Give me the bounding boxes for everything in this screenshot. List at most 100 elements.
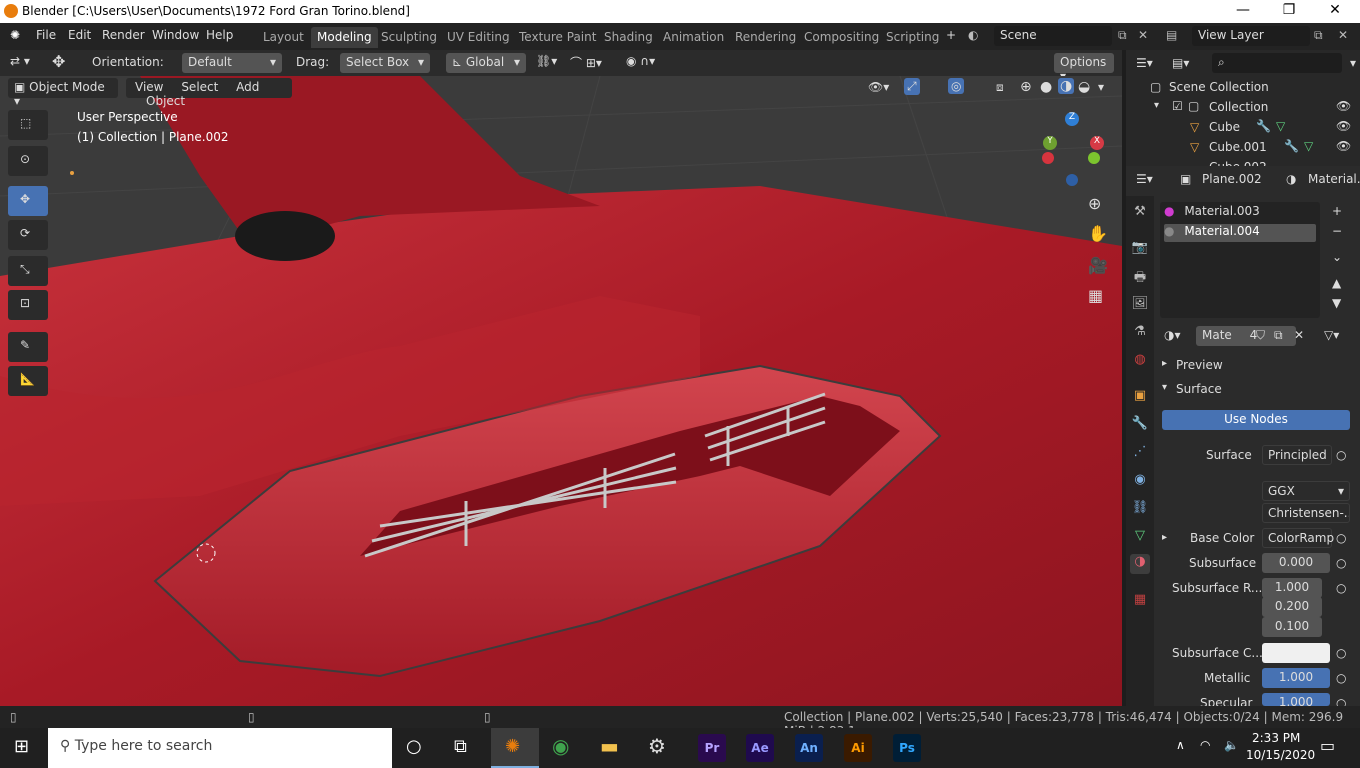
xray-icon[interactable]: ⧈: [996, 80, 1004, 95]
add-workspace-button[interactable]: +: [946, 28, 956, 42]
gizmo-neg-y[interactable]: [1088, 152, 1100, 164]
scale-tool[interactable]: ⤡: [8, 256, 48, 286]
animate-icon[interactable]: An: [795, 734, 823, 762]
metallic-link-icon[interactable]: ○: [1336, 671, 1346, 685]
ortho-grid-icon[interactable]: ▦: [1088, 286, 1103, 305]
scene-selector[interactable]: Scene: [994, 26, 1112, 46]
tab-animation[interactable]: Animation: [657, 27, 730, 48]
tab-modeling[interactable]: Modeling: [311, 27, 378, 48]
options-dropdown[interactable]: Options ▾: [1054, 53, 1114, 83]
view-menu[interactable]: View: [135, 80, 163, 94]
pan-hand-icon[interactable]: ✋: [1088, 224, 1108, 243]
subsurface-radius-z-field[interactable]: 0.100: [1262, 617, 1322, 637]
outliner-scene-collection[interactable]: Scene Collection: [1169, 80, 1269, 94]
subsurface-link-icon[interactable]: ○: [1336, 556, 1346, 570]
measure-tool[interactable]: 📐: [8, 366, 48, 396]
object-mode-dropdown[interactable]: ▣ Object Mode ▾: [8, 78, 118, 108]
task-view-icon[interactable]: ⧉: [454, 736, 467, 757]
drag-dropdown[interactable]: Select Box ▾: [340, 53, 430, 73]
render-tab-icon[interactable]: 📷: [1130, 240, 1150, 260]
new-view-layer-icon[interactable]: ⧉: [1314, 28, 1323, 43]
material-tab-icon[interactable]: ◑: [1130, 554, 1150, 574]
premiere-icon[interactable]: Pr: [698, 734, 726, 762]
outliner-search-input[interactable]: ⌕: [1212, 53, 1342, 73]
slot-specials-icon[interactable]: ⌄: [1332, 250, 1342, 264]
tab-rendering[interactable]: Rendering: [729, 27, 802, 48]
scene-tab-icon[interactable]: ⚗: [1130, 324, 1150, 344]
cube-001-visibility-eye-icon[interactable]: 👁: [1336, 139, 1351, 153]
link-dropdown-icon[interactable]: ▽▾: [1324, 328, 1339, 342]
tool-tab-icon[interactable]: ⚒: [1130, 204, 1150, 224]
material-slot[interactable]: ● Material.003: [1164, 204, 1316, 222]
photoshop-icon[interactable]: Ps: [893, 734, 921, 762]
subsurface-radius-y-field[interactable]: 0.200: [1262, 597, 1322, 617]
material-name-field[interactable]: Mate: [1202, 328, 1232, 342]
remove-slot-icon[interactable]: −: [1332, 224, 1342, 238]
snap-icon[interactable]: ⌒ ⊞▾: [570, 54, 602, 71]
remove-view-layer-icon[interactable]: ✕: [1338, 28, 1348, 42]
shading-rendered-icon[interactable]: ◒: [1078, 79, 1090, 95]
transform-tool[interactable]: ⊡: [8, 290, 48, 320]
outliner-collection[interactable]: Collection: [1209, 100, 1268, 114]
gizmo-z-axis[interactable]: Z: [1065, 112, 1079, 126]
move-slot-up-icon[interactable]: ▲: [1332, 276, 1341, 290]
collection-expand-icon[interactable]: ▾: [1154, 100, 1159, 111]
gizmo-neg-z[interactable]: [1066, 174, 1078, 186]
fake-user-shield-icon[interactable]: ⛉: [1256, 328, 1265, 343]
select-menu[interactable]: Select: [181, 80, 218, 94]
specular-field[interactable]: 1.000: [1262, 693, 1330, 706]
specular-link-icon[interactable]: ○: [1336, 696, 1346, 706]
chrome-icon[interactable]: ◉: [552, 734, 569, 758]
new-scene-icon[interactable]: ⧉: [1118, 28, 1127, 43]
3d-viewport[interactable]: User Perspective (1) Collection | Plane.…: [0, 76, 1122, 706]
add-slot-icon[interactable]: +: [1332, 204, 1342, 218]
surface-panel-header[interactable]: Surface: [1176, 382, 1222, 396]
cortana-icon[interactable]: ○: [406, 736, 422, 757]
menu-render[interactable]: Render: [102, 28, 145, 42]
preview-expand-icon[interactable]: ▸: [1162, 358, 1167, 369]
outliner-cube-001[interactable]: Cube.001: [1209, 140, 1267, 154]
notifications-icon[interactable]: ▭: [1320, 736, 1335, 755]
base-color-link-icon[interactable]: ○: [1336, 531, 1346, 545]
material-browse-icon[interactable]: ◑▾: [1164, 328, 1181, 342]
clock-date[interactable]: 10/15/2020: [1246, 748, 1315, 762]
select-box-tool[interactable]: ⬚: [8, 110, 48, 140]
outliner-cube[interactable]: Cube: [1209, 120, 1240, 134]
tab-uv-editing[interactable]: UV Editing: [441, 27, 516, 48]
steam-icon[interactable]: ⚙: [648, 734, 666, 758]
maximize-button[interactable]: ❐: [1266, 2, 1312, 18]
taskbar-blender[interactable]: ✺: [491, 728, 539, 768]
transform-orientation-dropdown[interactable]: ⊾ Global ▾: [446, 53, 526, 73]
blender-menu-icon[interactable]: ✺: [10, 28, 20, 42]
gizmo-neg-x[interactable]: [1042, 152, 1054, 164]
pivot-point-icon[interactable]: ⛓▾: [536, 54, 557, 68]
tab-scripting[interactable]: Scripting: [880, 27, 945, 48]
volume-icon[interactable]: 🔈: [1224, 738, 1239, 752]
wifi-icon[interactable]: ◠: [1200, 738, 1210, 752]
base-color-expand-icon[interactable]: ▸: [1162, 532, 1167, 543]
data-tab-icon[interactable]: ▽: [1130, 528, 1150, 548]
gizmo-x-axis[interactable]: X: [1090, 136, 1104, 150]
constraints-tab-icon[interactable]: ⛓: [1130, 500, 1150, 520]
menu-edit[interactable]: Edit: [68, 28, 91, 42]
tab-compositing[interactable]: Compositing: [798, 27, 885, 48]
outliner-editor-icon[interactable]: ☰▾: [1136, 56, 1153, 70]
clock-time[interactable]: 2:33 PM: [1252, 731, 1300, 745]
collection-checkbox-icon[interactable]: ☑: [1172, 99, 1183, 113]
shading-solid-icon[interactable]: ●: [1040, 79, 1052, 95]
base-color-field[interactable]: ColorRamp: [1262, 528, 1334, 548]
navigation-gizmo[interactable]: Z X Y: [1040, 112, 1110, 188]
tab-shading[interactable]: Shading: [598, 27, 659, 48]
tool-icon-dropdown[interactable]: ⇄ ▾: [10, 54, 30, 68]
subsurface-field[interactable]: 0.000: [1262, 553, 1330, 573]
taskbar-search-box[interactable]: ⚲ Type here to search: [48, 728, 392, 768]
minimize-button[interactable]: —: [1220, 2, 1266, 18]
menu-help[interactable]: Help: [206, 28, 233, 42]
cube-visibility-eye-icon[interactable]: 👁: [1336, 119, 1351, 133]
outliner-filter-icon[interactable]: ▤▾: [1172, 56, 1189, 70]
surface-shader-field[interactable]: Principled ...: [1262, 445, 1332, 465]
menu-file[interactable]: File: [36, 28, 56, 42]
proportional-editing-icon[interactable]: ◉ ∩▾: [626, 54, 655, 68]
subsurface-method-dropdown[interactable]: Christensen-...: [1262, 503, 1350, 523]
surface-expand-icon[interactable]: ▾: [1162, 382, 1167, 393]
